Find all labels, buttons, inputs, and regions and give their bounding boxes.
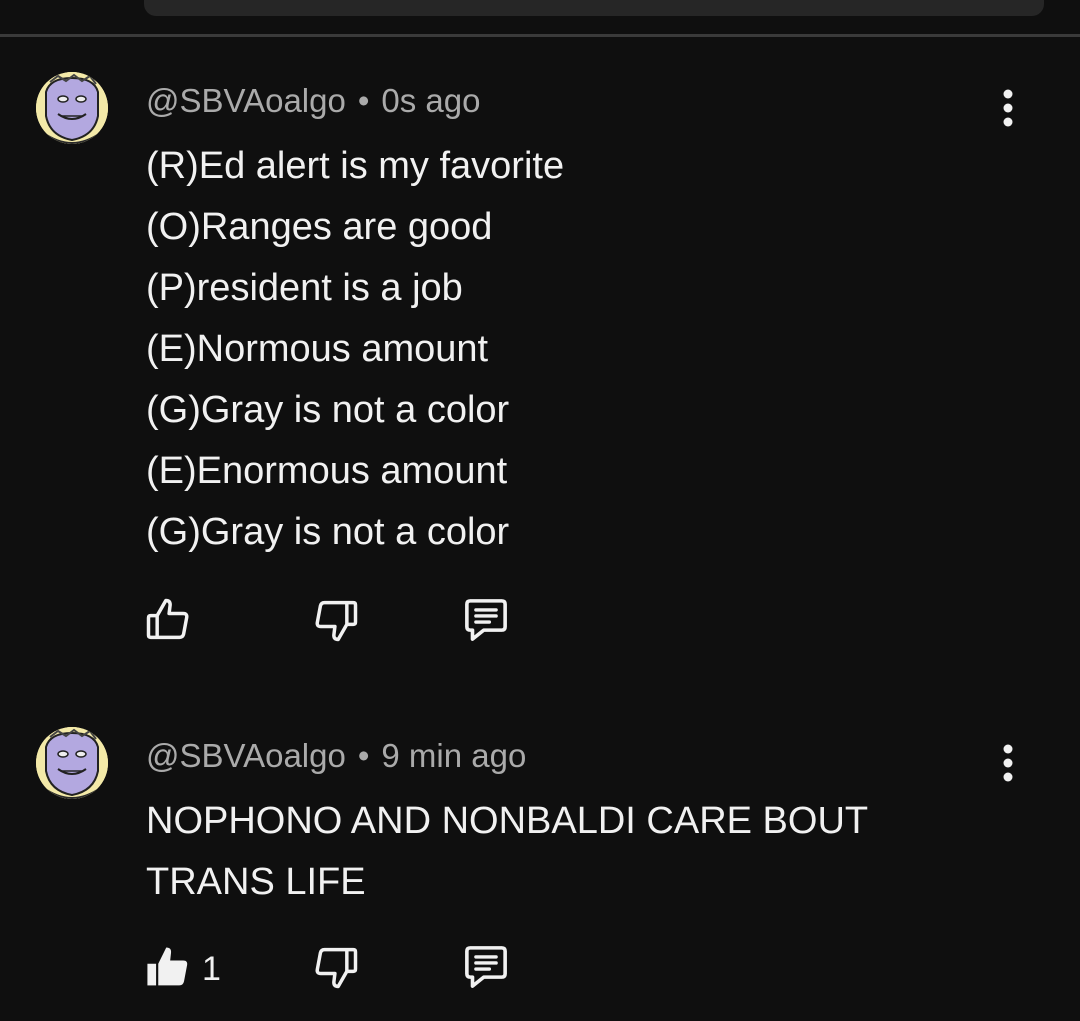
comment-meta: @SBVAoalgo • 0s ago: [146, 82, 481, 120]
comment-time[interactable]: 0s ago: [381, 82, 480, 119]
meta-separator: •: [357, 82, 370, 119]
comment-line: (O)Ranges are good: [146, 206, 493, 248]
reply-button[interactable]: [458, 592, 514, 648]
comment-line: (R)Ed alert is my favorite: [146, 145, 565, 187]
comment-meta: @SBVAoalgo • 9 min ago: [146, 737, 526, 775]
comment-actions: 1: [140, 939, 560, 999]
add-comment-field[interactable]: [144, 0, 1044, 16]
comment-text: (R)Ed alert is my favorite (O)Ranges are…: [146, 136, 564, 563]
comment-line: (E)Enormous amount: [146, 450, 508, 492]
comment-author[interactable]: @SBVAoalgo: [146, 82, 346, 119]
avatar-image: [36, 727, 108, 799]
like-button[interactable]: [140, 939, 196, 995]
reply-comment-icon: [465, 946, 507, 988]
comment-line: (G)Gray is not a color: [146, 511, 510, 553]
thumbs-up-outline-icon: [146, 598, 189, 640]
more-vert-icon[interactable]: [990, 741, 1026, 785]
comment-line: TRANS LIFE: [146, 861, 366, 903]
dislike-button[interactable]: [308, 939, 364, 995]
comment-line: (G)Gray is not a color: [146, 389, 510, 431]
avatar-image: [36, 72, 108, 144]
dislike-button[interactable]: [308, 592, 364, 648]
comment-time[interactable]: 9 min ago: [381, 737, 526, 774]
meta-separator: •: [357, 737, 370, 774]
comment-actions: [140, 592, 560, 652]
like-count: 1: [202, 950, 221, 988]
more-vert-icon[interactable]: [990, 86, 1026, 130]
comment-author[interactable]: @SBVAoalgo: [146, 737, 346, 774]
comment-line: (P)resident is a job: [146, 267, 463, 309]
reply-button[interactable]: [458, 939, 514, 995]
thumbs-down-outline-icon: [315, 600, 358, 642]
comment-line: (E)Normous amount: [146, 328, 489, 370]
reply-comment-icon: [465, 599, 507, 641]
comment-line: NOPHONO AND NONBALDI CARE BOUT: [146, 800, 869, 842]
comment-text: NOPHONO AND NONBALDI CARE BOUT TRANS LIF…: [146, 791, 868, 913]
avatar[interactable]: [36, 727, 108, 799]
divider: [0, 34, 1080, 37]
like-button[interactable]: [140, 592, 196, 648]
avatar[interactable]: [36, 72, 108, 144]
thumbs-down-outline-icon: [315, 947, 358, 989]
thumbs-up-filled-icon: [147, 947, 188, 986]
